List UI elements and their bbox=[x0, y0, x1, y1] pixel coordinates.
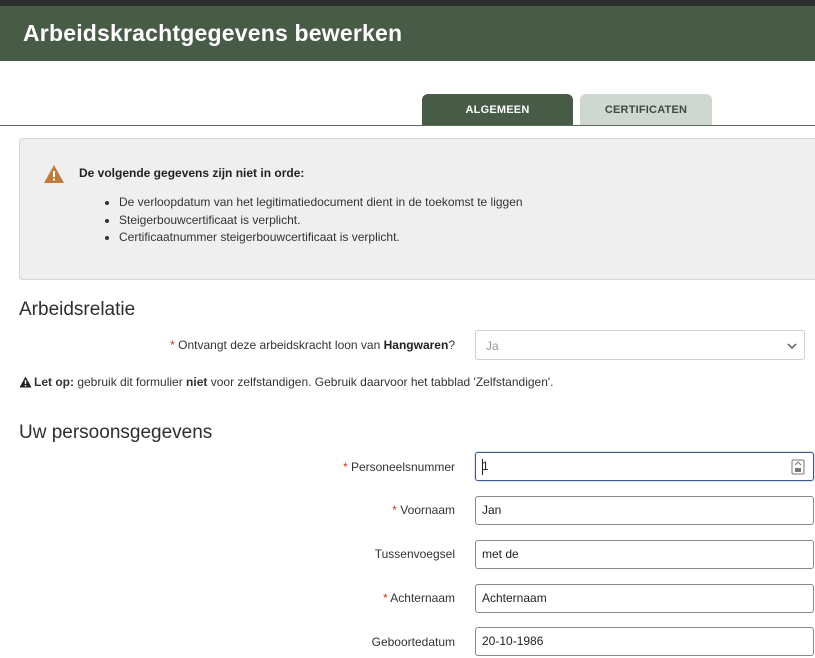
question-company: Hangwaren bbox=[383, 338, 449, 352]
warning-triangle-icon bbox=[44, 165, 64, 183]
page-header: Arbeidskrachtgegevens bewerken bbox=[0, 6, 815, 61]
note-bold: Let op: bbox=[34, 375, 74, 389]
voornaam-value: Jan bbox=[482, 503, 502, 517]
tussenvoegsel-label: Tussenvoegsel bbox=[374, 547, 455, 561]
required-marker: * bbox=[392, 503, 397, 517]
tussenvoegsel-input[interactable]: met de bbox=[475, 540, 814, 569]
tab-certificaten[interactable]: CERTIFICATEN bbox=[580, 94, 712, 125]
achternaam-label-text: Achternaam bbox=[390, 591, 455, 605]
required-marker: * bbox=[382, 591, 388, 605]
alert-item: De verloopdatum van het legitimatiedocum… bbox=[119, 194, 523, 212]
voornaam-label: * Voornaam bbox=[392, 503, 455, 517]
loon-question-label: * Ontvangt deze arbeidskracht loon van H… bbox=[170, 338, 455, 352]
tab-bar: ALGEMEEN CERTIFICATEN bbox=[0, 94, 815, 126]
alert-list: De verloopdatum van het legitimatiedocum… bbox=[99, 194, 523, 247]
note-bold-2: niet bbox=[186, 375, 208, 389]
note-text-1: gebruik dit formulier bbox=[74, 375, 187, 389]
question-prefix: Ontvangt deze arbeidskracht loon van bbox=[178, 338, 384, 352]
achternaam-input[interactable]: Achternaam bbox=[475, 584, 814, 613]
geboortedatum-label: Geboortedatum bbox=[371, 635, 455, 649]
tab-algemeen[interactable]: ALGEMEEN bbox=[422, 94, 573, 125]
personeelsnummer-label-text: Personeelsnummer bbox=[350, 460, 455, 474]
alert-item: Steigerbouwcertificaat is verplicht. bbox=[119, 212, 523, 230]
personeelsnummer-value: 1 bbox=[482, 459, 489, 473]
number-picker-icon[interactable] bbox=[791, 459, 805, 475]
warning-icon bbox=[19, 376, 32, 388]
page-title: Arbeidskrachtgegevens bewerken bbox=[23, 20, 403, 46]
geboortedatum-value: 20-10-1986 bbox=[482, 634, 544, 648]
loon-select-value: Ja bbox=[486, 339, 499, 353]
alert-title: De volgende gegevens zijn niet in orde: bbox=[79, 166, 305, 180]
personeelsnummer-label: * Personeelsnummer bbox=[343, 460, 455, 474]
alert-item: Certificaatnummer steigerbouwcertificaat… bbox=[119, 229, 523, 247]
zelfstandigen-note: Let op: gebruik dit formulier niet voor … bbox=[19, 375, 554, 389]
achternaam-label: * Achternaam bbox=[383, 591, 455, 605]
question-suffix: ? bbox=[448, 338, 455, 352]
geboortedatum-input[interactable]: 20-10-1986 bbox=[475, 627, 814, 656]
achternaam-value: Achternaam bbox=[482, 591, 547, 605]
validation-alert: De volgende gegevens zijn niet in orde: … bbox=[19, 138, 815, 280]
note-text-2: voor zelfstandigen. Gebruik daarvoor het… bbox=[207, 375, 554, 389]
required-marker: * bbox=[342, 460, 348, 474]
tussenvoegsel-value: met de bbox=[482, 547, 519, 561]
section-title-persoonsgegevens: Uw persoonsgegevens bbox=[19, 422, 213, 443]
required-marker: * bbox=[170, 338, 175, 352]
voornaam-input[interactable]: Jan bbox=[475, 496, 814, 525]
chevron-down-icon bbox=[787, 343, 797, 350]
personeelsnummer-input[interactable]: 1 bbox=[475, 452, 814, 481]
section-title-arbeidsrelatie: Arbeidsrelatie bbox=[19, 299, 136, 320]
loon-select[interactable]: Ja bbox=[475, 330, 805, 360]
voornaam-label-text: Voornaam bbox=[400, 503, 455, 517]
text-caret bbox=[482, 459, 483, 475]
